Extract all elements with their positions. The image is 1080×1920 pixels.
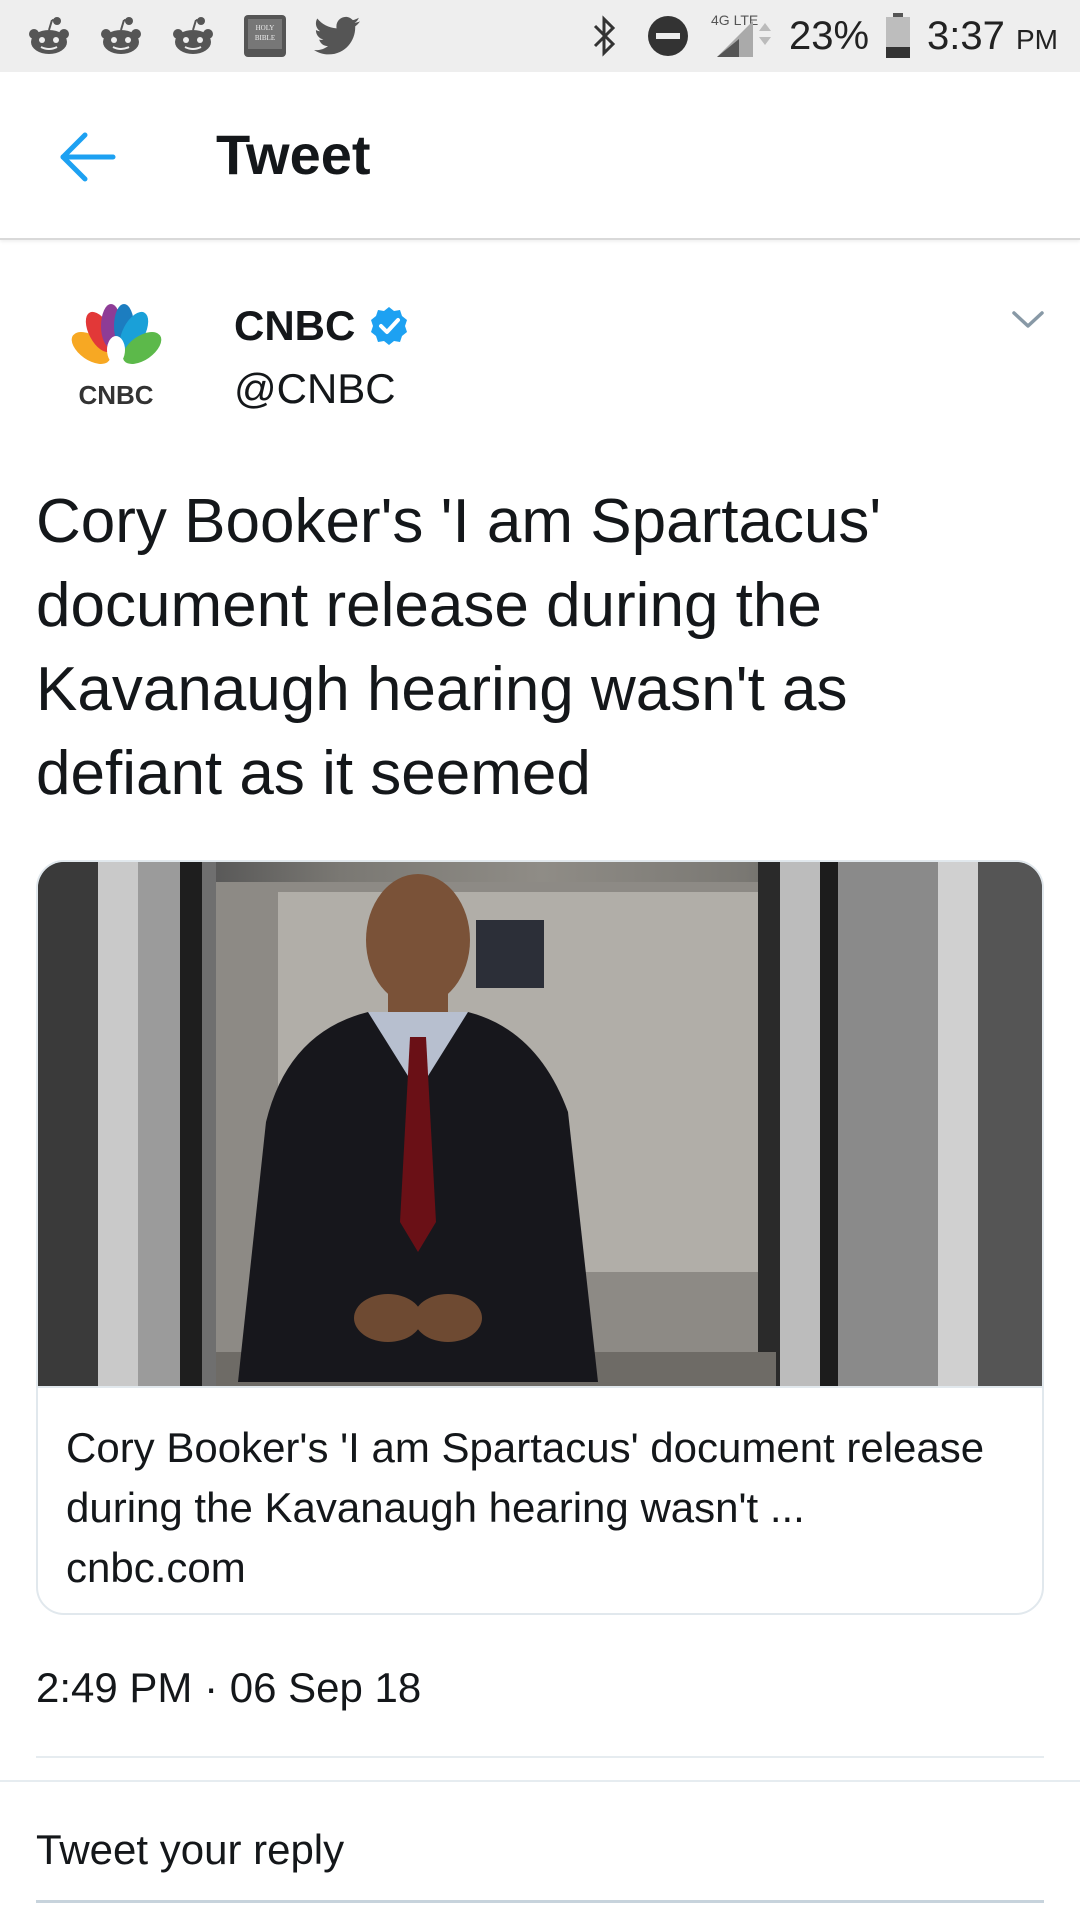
tweet-options-button[interactable] xyxy=(1008,300,1048,340)
card-title[interactable]: Cory Booker's 'I am Spartacus' document … xyxy=(66,1418,1018,1538)
divider xyxy=(36,1756,1044,1758)
tweet-text: Cory Booker's 'I am Spartacus' document … xyxy=(36,487,882,808)
chevron-down-icon xyxy=(1012,311,1044,328)
battery-percent: 23% xyxy=(788,13,870,58)
reply-input-underline xyxy=(36,1900,1044,1903)
author-name[interactable]: CNBC xyxy=(234,302,355,350)
cnbc-peacock-logo-icon: CNBC xyxy=(71,304,162,410)
arrow-left-icon xyxy=(60,132,116,182)
bluetooth-icon xyxy=(579,11,629,61)
status-bar: HOLY BIBLE 4G LTE 23% 3:37 PM xyxy=(0,0,1080,72)
author-name-row[interactable]: CNBC xyxy=(234,302,409,350)
news-photo xyxy=(38,862,1042,1386)
card-image[interactable] xyxy=(38,862,1042,1386)
verified-badge-icon xyxy=(371,307,408,345)
author-handle[interactable]: @CNBC xyxy=(234,365,396,413)
avatar[interactable]: CNBC xyxy=(54,296,178,420)
link-card[interactable]: Cory Booker's 'I am Spartacus' document … xyxy=(36,860,1044,1615)
avatar-logo-text: CNBC xyxy=(78,380,153,410)
clock-time: 3:37 xyxy=(927,13,1005,58)
tweet-timestamp: 2:49 PM · 06 Sep 18 xyxy=(36,1664,422,1711)
page-title: Tweet xyxy=(216,123,371,186)
back-button[interactable] xyxy=(52,122,122,192)
svg-text:HOLY: HOLY xyxy=(256,24,275,32)
clock-ampm: PM xyxy=(1016,23,1058,55)
do-not-disturb-icon xyxy=(643,11,693,61)
battery-icon xyxy=(883,11,913,61)
system-indicators: 4G LTE 23% 3:37 PM xyxy=(579,8,1058,64)
reddit-icon xyxy=(96,11,146,61)
reply-input[interactable]: Tweet your reply xyxy=(36,1826,1044,1874)
svg-text:BIBLE: BIBLE xyxy=(255,34,275,42)
card-body[interactable]: Cory Booker's 'I am Spartacus' document … xyxy=(38,1386,1042,1613)
twitter-icon xyxy=(312,11,362,61)
reddit-icon xyxy=(168,11,218,61)
signal-icon: 4G LTE xyxy=(707,11,775,61)
clock: 3:37 PM xyxy=(927,14,1058,59)
bible-icon: HOLY BIBLE xyxy=(240,11,290,61)
reddit-icon xyxy=(24,11,74,61)
divider xyxy=(0,1780,1080,1782)
notification-icons: HOLY BIBLE xyxy=(24,8,362,64)
app-bar: Tweet xyxy=(0,72,1080,240)
card-domain[interactable]: cnbc.com xyxy=(66,1538,1018,1598)
